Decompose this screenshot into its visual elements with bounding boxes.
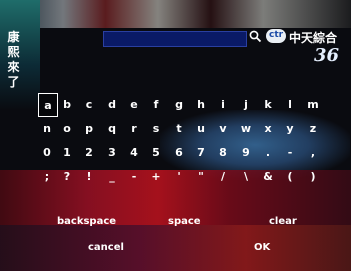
key-r[interactable]: r [126,117,142,139]
key-backslash[interactable]: \ [238,165,254,187]
key-hyphen[interactable]: - [282,141,298,163]
key-n[interactable]: n [38,117,56,139]
key-t[interactable]: t [171,117,187,139]
key-u[interactable]: u [193,117,209,139]
key-g[interactable]: g [171,93,187,115]
video-background-bottom [0,225,351,271]
key-minus[interactable]: - [126,165,142,187]
key-period[interactable]: . [260,141,276,163]
space-button[interactable]: space [168,216,201,227]
channel-name: 中天綜合 [289,31,338,45]
keyboard-row: a b c d e f g h i j k l m [38,93,331,117]
clear-button[interactable]: clear [269,216,297,227]
key-comma[interactable]: , [305,141,321,163]
key-9[interactable]: 9 [238,141,254,163]
key-8[interactable]: 8 [215,141,231,163]
key-k[interactable]: k [260,93,276,115]
key-b[interactable]: b [59,93,75,115]
key-q[interactable]: q [104,117,120,139]
key-open-paren[interactable]: ( [282,165,298,187]
program-title-vertical: 康熙來了 [7,30,21,89]
logo-abbrev: ctr [269,30,284,40]
key-z[interactable]: z [305,117,321,139]
tv-keyboard-screen: 康熙來了 ctr 中天綜合 36 a b c d e f g h i j k l… [0,0,351,271]
key-3[interactable]: 3 [104,141,120,163]
key-ampersand[interactable]: & [260,165,276,187]
key-semicolon[interactable]: ; [38,165,56,187]
key-7[interactable]: 7 [193,141,209,163]
key-5[interactable]: 5 [148,141,164,163]
key-exclamation[interactable]: ! [81,165,97,187]
key-s[interactable]: s [148,117,164,139]
key-e[interactable]: e [126,93,142,115]
key-o[interactable]: o [59,117,75,139]
key-w[interactable]: w [238,117,254,139]
key-f[interactable]: f [148,93,164,115]
key-6[interactable]: 6 [171,141,187,163]
key-plus[interactable]: + [148,165,164,187]
key-i[interactable]: i [215,93,231,115]
ctr-logo-icon: ctr [266,29,286,43]
key-close-paren[interactable]: ) [305,165,321,187]
key-slash[interactable]: / [215,165,231,187]
keyboard-row: ; ? ! _ - + ' " / \ & ( ) [38,165,331,187]
key-0[interactable]: 0 [38,141,56,163]
key-v[interactable]: v [215,117,231,139]
search-input[interactable] [103,31,247,47]
channel-number: 36 [314,45,340,66]
key-1[interactable]: 1 [59,141,75,163]
keyboard-row: n o p q r s t u v w x y z [38,117,331,139]
key-underscore[interactable]: _ [104,165,120,187]
key-l[interactable]: l [282,93,298,115]
ok-button[interactable]: OK [254,242,270,253]
key-x[interactable]: x [260,117,276,139]
key-y[interactable]: y [282,117,298,139]
key-apostrophe[interactable]: ' [171,165,187,187]
video-background-top [0,0,351,28]
key-quote[interactable]: " [193,165,209,187]
key-m[interactable]: m [305,93,321,115]
channel-logo: ctr 中天綜合 36 [266,29,344,71]
search-icon[interactable] [249,30,262,43]
key-d[interactable]: d [104,93,120,115]
key-p[interactable]: p [81,117,97,139]
keyboard-row: 0 1 2 3 4 5 6 7 8 9 . - , [38,141,331,163]
key-c[interactable]: c [81,93,97,115]
key-j[interactable]: j [238,93,254,115]
key-question[interactable]: ? [59,165,75,187]
backspace-button[interactable]: backspace [57,216,116,227]
key-2[interactable]: 2 [81,141,97,163]
cancel-button[interactable]: cancel [88,242,124,253]
key-a[interactable]: a [38,93,58,117]
key-h[interactable]: h [193,93,209,115]
key-4[interactable]: 4 [126,141,142,163]
